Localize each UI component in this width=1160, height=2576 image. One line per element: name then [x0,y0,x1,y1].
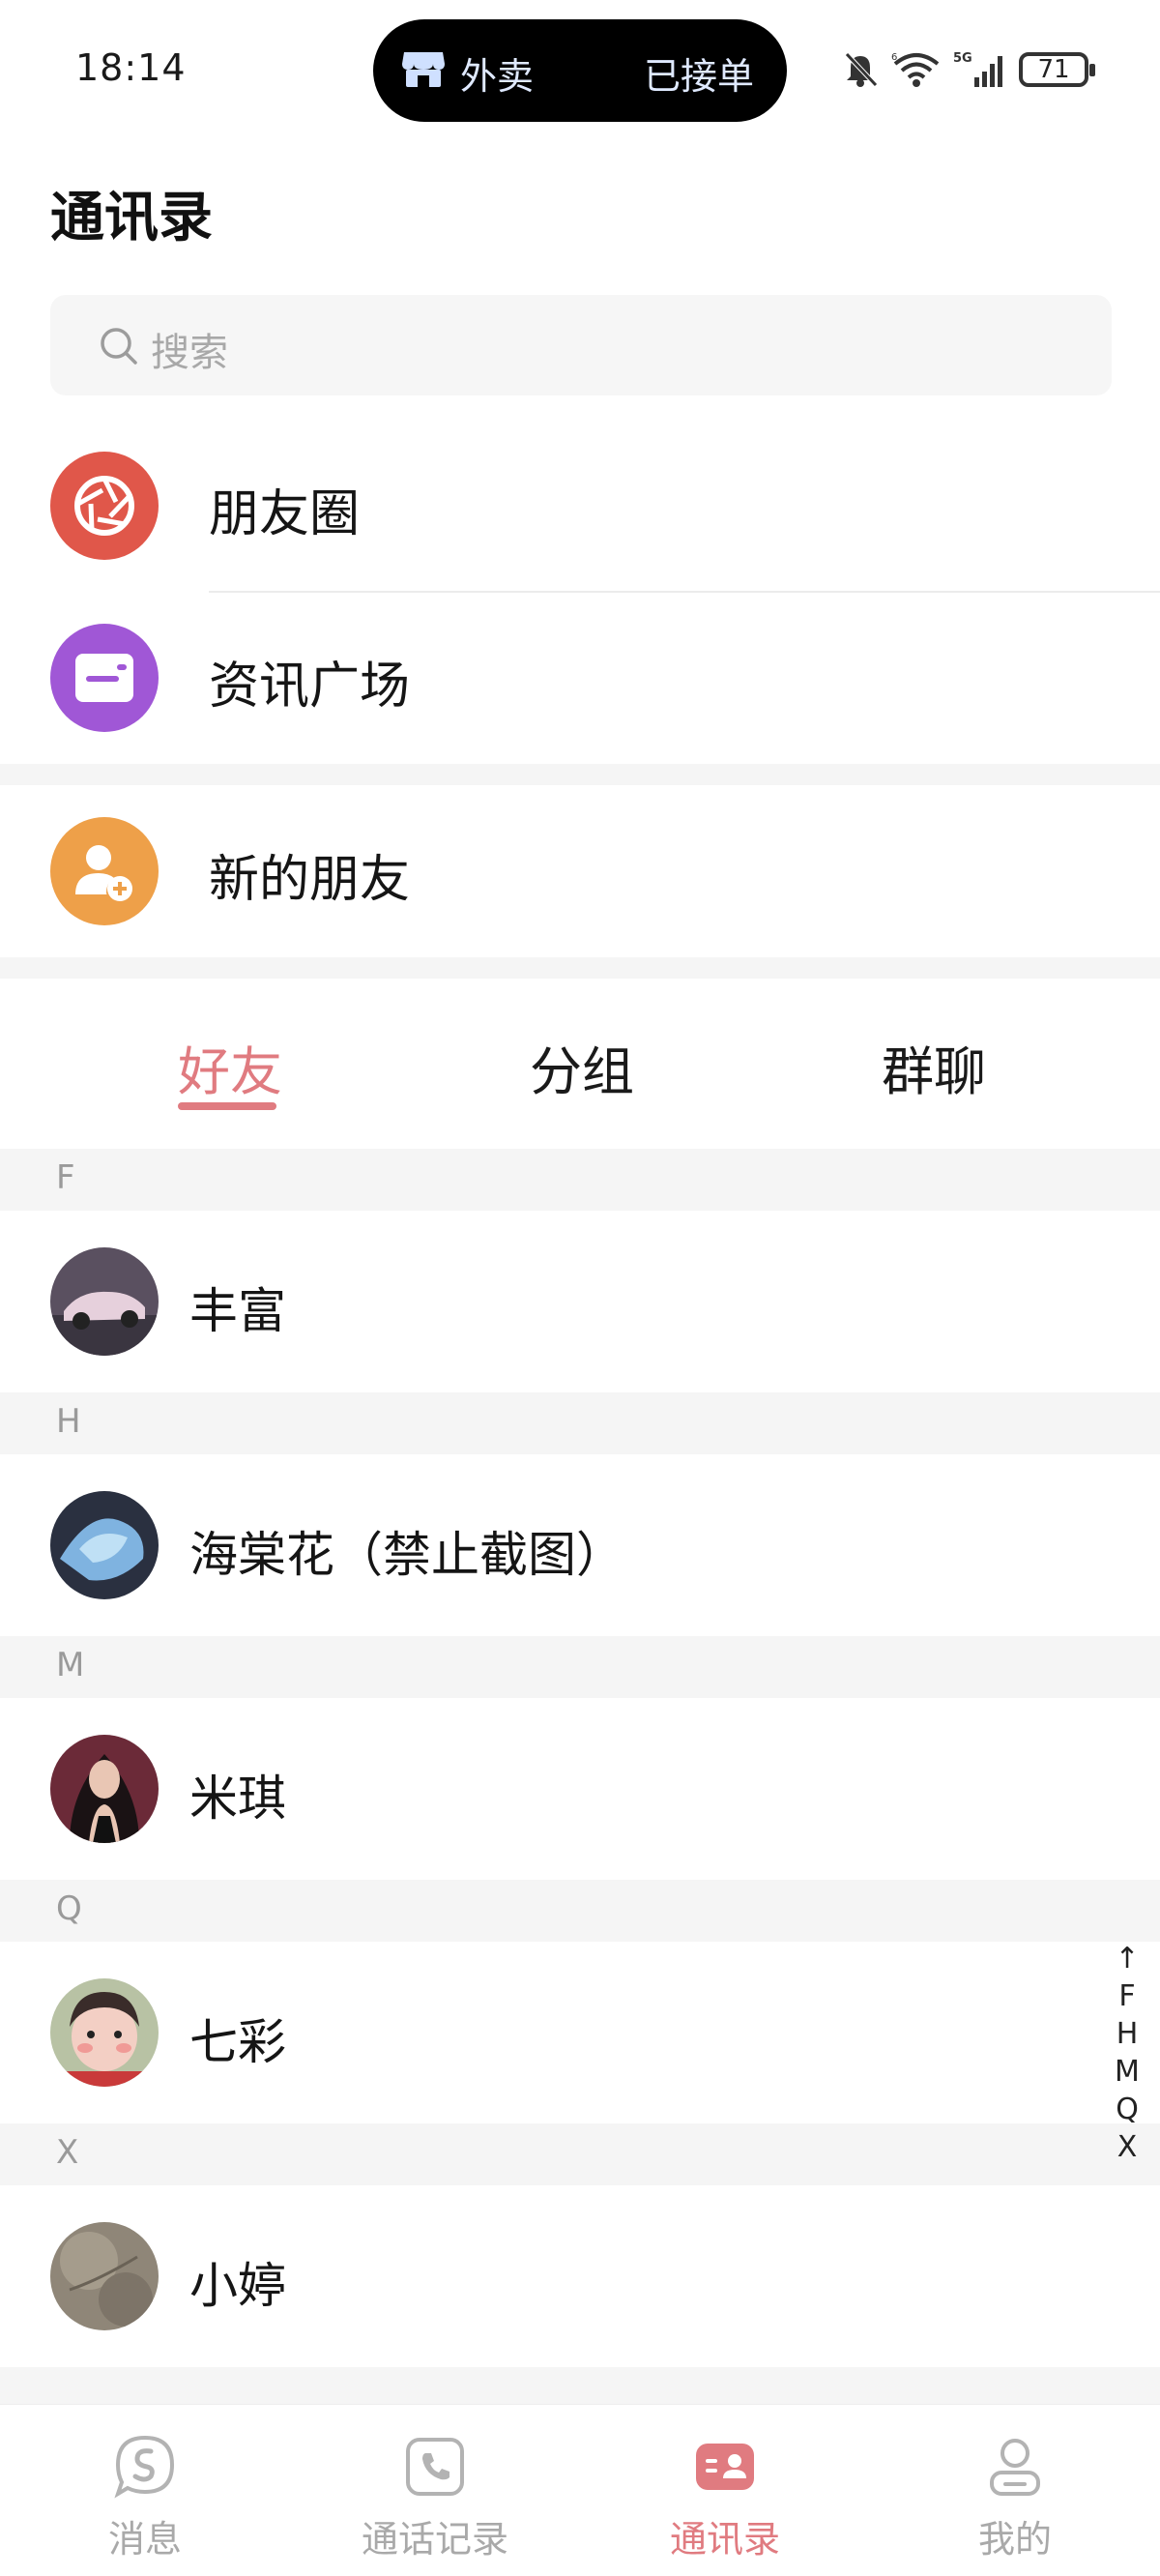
entry-label: 资讯广场 [209,658,411,716]
nav-profile[interactable]: 我的 [870,2405,1160,2576]
avatar [50,1978,159,2087]
mute-bell-icon [845,52,878,87]
entry-news-square[interactable]: 资讯广场 [0,592,1160,764]
section-header-h: H [0,1392,1160,1454]
wifi-icon: 6 [891,52,940,87]
search-input[interactable]: 搜索 [50,295,1112,395]
page-title: 通讯录 [50,187,213,249]
news-square-icon [50,624,159,732]
moments-aperture-icon [50,452,159,560]
contact-tabs: 好友 分组 群聊 [0,979,1160,1147]
profile-icon [990,2439,1040,2496]
search-placeholder: 搜索 [151,331,228,375]
section-gap [0,957,1160,979]
contact-name: 海棠花（禁止截图） [189,1527,624,1583]
status-time: 18:14 [75,46,187,89]
contact-name: 七彩 [189,2014,286,2070]
contact-item[interactable]: 七彩 [0,1942,1160,2123]
avatar [50,1735,159,1843]
index-letter-q[interactable]: Q [1116,2091,1139,2128]
new-friend-icon [50,817,159,925]
tab-group-chats[interactable]: 群聊 [882,1029,986,1105]
index-letter-x[interactable]: X [1117,2128,1138,2166]
active-tab-indicator [178,1102,276,1110]
battery-indicator: 71 [1019,52,1095,87]
svg-text:6: 6 [891,52,897,63]
index-top-arrow[interactable]: ↑ [1115,1940,1139,1977]
section-header-q: Q [0,1880,1160,1942]
cellular-signal-icon: 5G [953,51,1002,87]
svg-text:5G: 5G [953,51,972,66]
section-header-f: F [0,1149,1160,1211]
contact-item[interactable]: 丰富 [0,1211,1160,1392]
bottom-nav: 消息 通话记录 通讯录 我的 [0,2404,1160,2576]
index-letter-f[interactable]: F [1118,1977,1135,2015]
store-icon [402,52,445,87]
status-bar: 18:14 外卖 已接单 6 5G 71 [0,0,1160,145]
entry-label: 朋友圈 [209,485,361,543]
contact-item[interactable]: 米琪 [0,1698,1160,1880]
section-letter: X [56,2133,79,2172]
call-log-icon [406,2438,464,2496]
section-header-m: M [0,1636,1160,1698]
nav-contacts[interactable]: 通讯录 [580,2405,870,2576]
tab-groups[interactable]: 分组 [530,1029,634,1105]
section-letter: H [56,1402,81,1441]
bottom-gap [0,2367,1160,2404]
nav-label: 消息 [107,2518,182,2561]
contacts-icon [696,2444,754,2490]
dynamic-island[interactable]: 外卖 已接单 [373,19,787,122]
entry-moments[interactable]: 朋友圈 [0,420,1160,592]
avatar [50,2222,159,2330]
section-letter: Q [56,1889,82,1928]
search-icon [101,328,137,365]
nav-label: 通讯录 [669,2518,780,2561]
message-icon [114,2435,175,2499]
avatar [50,1491,159,1599]
contact-item[interactable]: 海棠花（禁止截图） [0,1454,1160,1636]
section-header-x: X [0,2123,1160,2185]
section-letter: M [56,1646,85,1684]
contact-item[interactable]: 小婷 [0,2185,1160,2367]
contact-name: 丰富 [189,1283,286,1339]
index-letter-h[interactable]: H [1116,2015,1139,2053]
nav-label: 通话记录 [361,2518,508,2561]
island-label-takeout: 外卖 [460,55,535,98]
island-label-status: 已接单 [643,55,754,98]
section-letter: F [56,1158,75,1197]
section-gap [0,764,1160,785]
avatar [50,1247,159,1356]
alphabet-index-bar[interactable]: ↑ F H M Q X [1110,1940,1145,2166]
entry-new-friends[interactable]: 新的朋友 [0,785,1160,957]
nav-label: 我的 [977,2518,1052,2561]
status-icons: 6 5G 71 [841,44,1095,95]
entry-label: 新的朋友 [209,851,411,909]
contact-name: 米琪 [189,1771,286,1827]
index-letter-m[interactable]: M [1115,2053,1140,2091]
contact-name: 小婷 [189,2258,286,2314]
nav-messages[interactable]: 消息 [0,2405,290,2576]
tab-friends[interactable]: 好友 [178,1029,282,1105]
nav-call-log[interactable]: 通话记录 [290,2405,580,2576]
